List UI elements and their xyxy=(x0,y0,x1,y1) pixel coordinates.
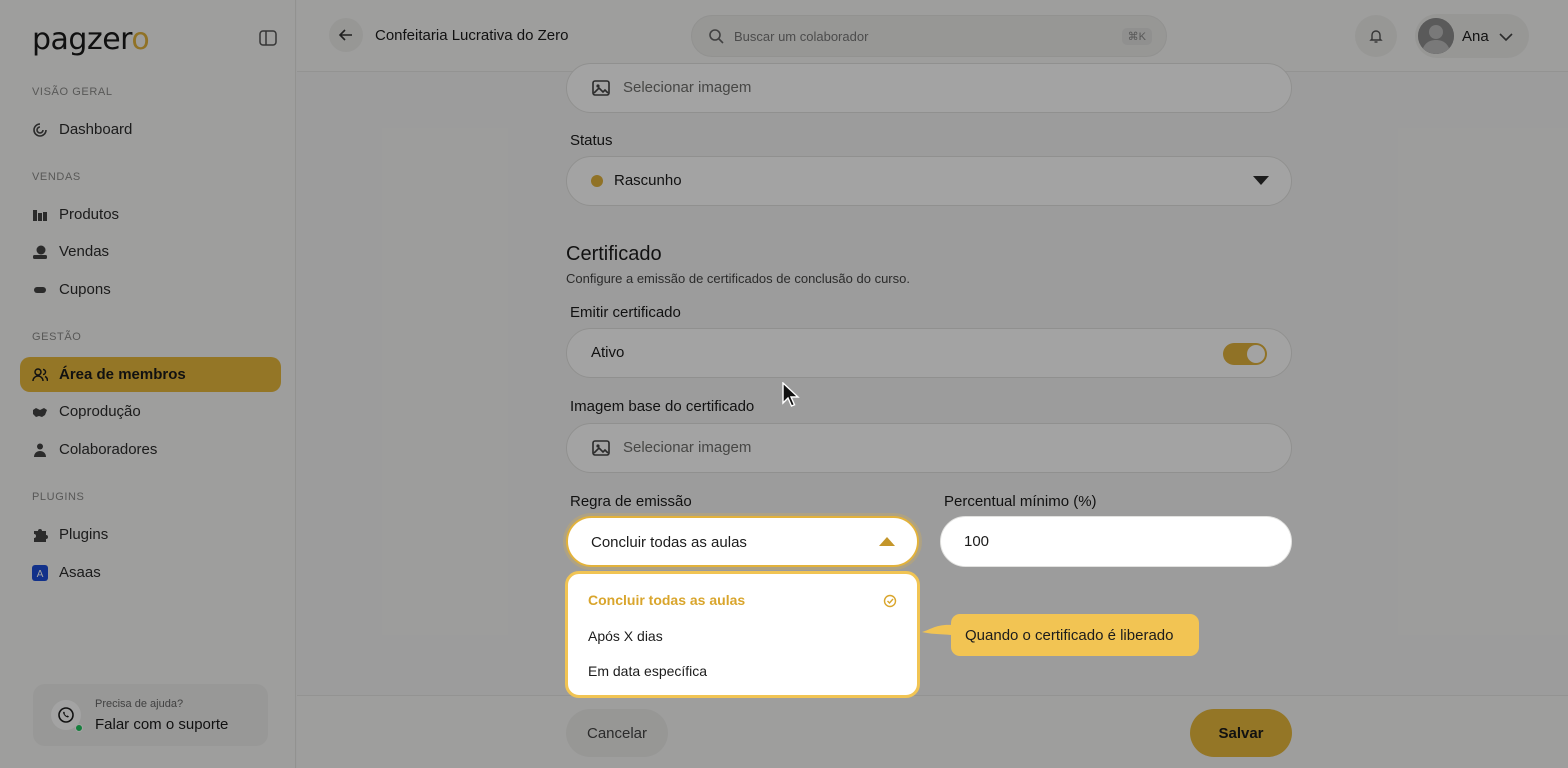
rule-value: Concluir todas as aulas xyxy=(591,534,747,551)
mouse-cursor-icon xyxy=(782,382,800,407)
check-circle-icon xyxy=(883,594,897,608)
pct-input[interactable]: 100 xyxy=(940,516,1292,567)
tooltip-arrow-icon xyxy=(922,624,952,635)
dropdown-option-after-days[interactable]: Após X dias xyxy=(588,628,663,644)
rule-select[interactable]: Concluir todas as aulas xyxy=(566,516,919,567)
caret-up-icon xyxy=(879,537,895,546)
tour-tooltip: Quando o certificado é liberado xyxy=(951,614,1199,656)
rule-dropdown: Concluir todas as aulas Após X dias Em d… xyxy=(565,571,920,698)
dropdown-option-all-lessons[interactable]: Concluir todas as aulas xyxy=(588,592,745,608)
dropdown-option-specific-date[interactable]: Em data específica xyxy=(588,663,707,679)
pct-value: 100 xyxy=(964,533,990,550)
